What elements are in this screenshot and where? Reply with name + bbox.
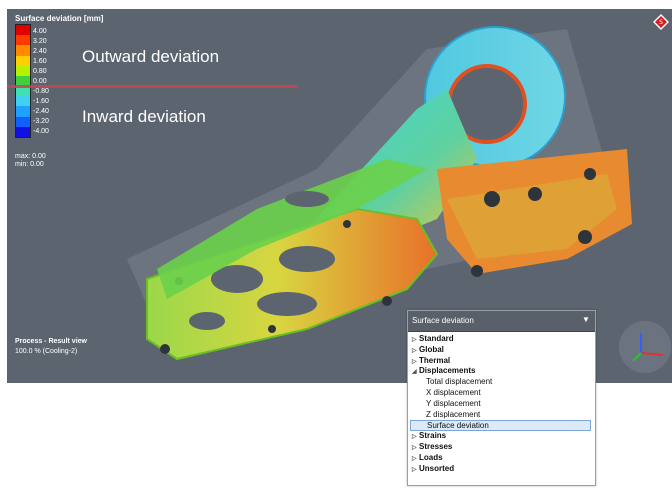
legend-title: Surface deviation [mm] <box>15 14 104 23</box>
legend-swatch <box>16 116 30 127</box>
dropdown-selected-value: Surface deviation <box>412 316 474 325</box>
tree-category-label: Loads <box>419 452 443 462</box>
dropdown-header[interactable]: Surface deviation ▼ <box>408 311 595 332</box>
xyz-axes-icon[interactable] <box>619 321 671 373</box>
legend-ticks: 4.00 3.20 2.40 1.60 0.80 0.00 -0.80 -1.60 -2.40-… <box>33 27 49 137</box>
zero-deviation-marker-line <box>7 85 297 88</box>
svg-text:S: S <box>659 19 663 26</box>
tree-category-label: Unsorted <box>419 463 455 473</box>
legend-swatch <box>16 126 30 137</box>
collapsed-arrow-icon[interactable]: ▷ <box>412 346 419 357</box>
legend-swatch <box>16 25 30 36</box>
collapsed-arrow-icon[interactable]: ▷ <box>412 465 419 476</box>
tree-category-label: Global <box>419 344 444 354</box>
simufact-logo-icon: S <box>653 14 669 30</box>
legend-max-min: max: 0.00 min: 0.00 <box>15 153 46 169</box>
tree-category-label: Standard <box>419 334 454 343</box>
process-title: Process - Result view <box>15 338 87 345</box>
tree-item[interactable]: Y displacement <box>410 399 593 410</box>
legend-tick-label: 3.20 <box>33 38 47 45</box>
result-tree[interactable]: ▷ Standard ▷ Global ▷ Thermal ◢ Displacements To… <box>410 334 593 474</box>
legend-tick-label: -0.80 <box>33 88 49 95</box>
legend-swatch <box>16 55 30 66</box>
tree-category[interactable]: ▷ Thermal <box>410 356 593 367</box>
tree-category[interactable]: ▷ Global <box>410 345 593 356</box>
outward-annotation: Outward deviation <box>82 47 220 66</box>
legend-tick-label: 0.80 <box>33 68 47 75</box>
collapsed-arrow-icon[interactable]: ▷ <box>412 454 419 465</box>
legend-tick-label: -1.60 <box>33 98 49 105</box>
legend-tick-label: -4.00 <box>33 128 49 135</box>
tree-category-label: Displacements <box>419 366 476 376</box>
process-status: 100.0 % (Cooling-2) <box>15 348 78 355</box>
legend-tick-label: 4.00 <box>33 28 47 35</box>
tree-category-label: Strains <box>419 431 447 441</box>
legend-min: min: 0.00 <box>15 161 44 168</box>
legend-swatch <box>16 106 30 117</box>
tree-item[interactable]: X displacement <box>410 388 593 399</box>
legend-tick-label: 2.40 <box>33 48 47 55</box>
chevron-down-icon[interactable]: ▼ <box>581 315 591 325</box>
tree-category-label: Stresses <box>419 441 453 451</box>
legend-tick-label: -3.20 <box>33 118 49 125</box>
tree-category[interactable]: ▷ Stresses <box>410 442 593 453</box>
legend-swatch <box>16 35 30 46</box>
tree-category[interactable]: ▷ Unsorted <box>410 464 593 475</box>
legend-max: max: 0.00 <box>15 153 46 160</box>
legend-color-bar <box>15 24 31 138</box>
legend-tick-label: -2.40 <box>33 108 49 115</box>
tree-category[interactable]: ▷ Loads <box>410 453 593 464</box>
legend-swatch <box>16 45 30 56</box>
tree-category[interactable]: ▷ Standard <box>410 334 593 345</box>
tree-item[interactable]: Total displacement <box>410 377 593 388</box>
tree-category-label: Thermal <box>419 355 451 365</box>
legend-swatch <box>16 65 30 76</box>
expanded-arrow-icon[interactable]: ◢ <box>412 367 419 378</box>
tree-category[interactable]: ◢ Displacements <box>410 366 593 377</box>
legend-tick-label: 1.60 <box>33 58 47 65</box>
legend-swatch <box>16 96 30 107</box>
inward-annotation: Inward deviation <box>82 107 206 126</box>
tree-item[interactable]: Z displacement <box>410 410 593 421</box>
result-type-dropdown[interactable]: Surface deviation ▼ ▷ Standard ▷ Global ▷ The… <box>407 310 596 486</box>
tree-category[interactable]: ▷ Strains <box>410 431 593 442</box>
tree-item[interactable]: Surface deviation <box>410 420 591 432</box>
